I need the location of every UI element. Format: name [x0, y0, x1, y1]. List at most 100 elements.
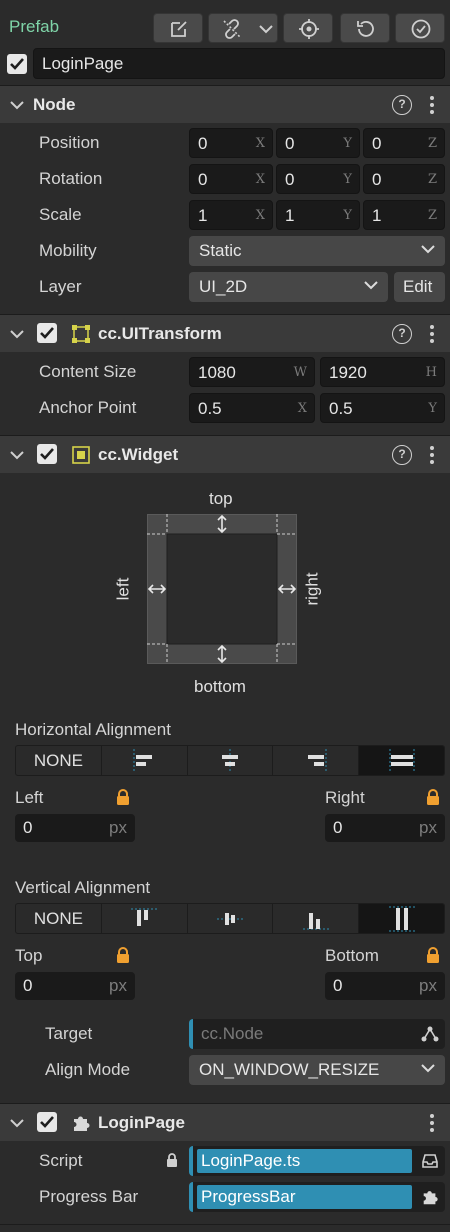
locate-prefab-button[interactable] [283, 13, 333, 43]
check-icon [40, 1116, 54, 1128]
layer-edit-button[interactable]: Edit [394, 272, 445, 302]
target-label: Target [45, 1024, 93, 1043]
anchor-point-label: Anchor Point [39, 398, 137, 417]
left-offset-input[interactable]: 0 px [15, 814, 135, 842]
check-icon [40, 327, 54, 339]
top-offset-input[interactable]: 0 px [15, 972, 135, 1000]
more-options-icon[interactable] [430, 1114, 434, 1135]
unlink-prefab-button[interactable] [208, 13, 278, 43]
script-asset-value: LoginPage.ts [201, 1151, 301, 1170]
mobility-select[interactable]: Static [189, 236, 445, 266]
help-icon[interactable]: ? [392, 324, 412, 344]
widget-section-header[interactable]: cc.Widget ? [0, 435, 450, 473]
content-size-width-input[interactable]: 1080 W [189, 357, 315, 387]
puzzle-icon [74, 1116, 90, 1131]
align-left-icon [133, 748, 153, 773]
loginpage-section-header[interactable]: LoginPage [0, 1103, 450, 1141]
more-options-icon[interactable] [430, 325, 434, 346]
bottom-divider [0, 1224, 450, 1225]
h-align-stretch-button[interactable] [359, 746, 444, 775]
target-node-field[interactable]: cc.Node [189, 1019, 445, 1049]
horizontal-alignment-group: NONE [15, 745, 445, 776]
revert-prefab-button[interactable] [340, 13, 390, 43]
lock-icon[interactable] [116, 947, 130, 963]
align-stretch-vertical-icon [388, 906, 415, 931]
rotation-label: Rotation [39, 169, 103, 188]
position-y-input[interactable]: 0 Y [276, 128, 360, 158]
right-offset-input[interactable]: 0 px [325, 814, 445, 842]
content-size-height-input[interactable]: 1920 H [320, 357, 445, 387]
v-align-bottom-button[interactable] [273, 904, 360, 933]
scale-x-input[interactable]: 1 X [189, 200, 273, 230]
lock-icon [167, 1153, 177, 1167]
h-align-right-button[interactable] [273, 746, 360, 775]
scale-y-input[interactable]: 1 Y [276, 200, 360, 230]
apply-prefab-button[interactable] [395, 13, 445, 43]
h-align-none-label: NONE [33, 750, 83, 770]
node-section-header[interactable]: Node ? [0, 85, 450, 123]
v-align-none-button[interactable]: NONE [16, 904, 102, 933]
bottom-offset-input[interactable]: 0 px [325, 972, 445, 1000]
edit-prefab-button[interactable] [153, 13, 203, 43]
v-align-top-button[interactable] [102, 904, 188, 933]
axis-x-label: X [255, 172, 265, 187]
align-right-icon [307, 748, 327, 773]
more-options-icon[interactable] [430, 446, 434, 467]
bottom-label: Bottom [325, 946, 379, 965]
scale-y-value: 1 [285, 206, 295, 225]
lock-icon[interactable] [116, 789, 130, 805]
content-size-label: Content Size [39, 362, 137, 381]
content-width-value: 1080 [198, 363, 236, 382]
chevron-down-icon [421, 245, 435, 254]
v-align-none-label: NONE [33, 908, 83, 928]
h-align-center-button[interactable] [188, 746, 274, 775]
widget-align-diagram[interactable] [147, 514, 299, 666]
top-offset-value: 0 [23, 976, 33, 995]
vertical-alignment-label: Vertical Alignment [15, 878, 151, 897]
rotation-x-input[interactable]: 0 X [189, 164, 273, 194]
uitransform-section-header[interactable]: cc.UITransform ? [0, 314, 450, 352]
align-mode-select[interactable]: ON_WINDOW_RESIZE [189, 1055, 445, 1085]
node-active-checkbox[interactable] [7, 54, 27, 74]
top-offset-unit: px [109, 976, 127, 995]
v-align-stretch-button[interactable] [359, 904, 444, 933]
position-z-value: 0 [372, 134, 382, 153]
v-align-middle-button[interactable] [188, 904, 274, 933]
layer-edit-label: Edit [403, 277, 433, 296]
uitransform-enabled-checkbox[interactable] [37, 323, 57, 343]
scale-z-input[interactable]: 1 Z [363, 200, 445, 230]
layer-label: Layer [39, 277, 82, 296]
rotation-y-input[interactable]: 0 Y [276, 164, 360, 194]
h-align-none-button[interactable]: NONE [16, 746, 102, 775]
progress-bar-asset-field[interactable]: ProgressBar [189, 1182, 445, 1212]
puzzle-icon[interactable] [421, 1188, 439, 1206]
lock-icon[interactable] [426, 789, 440, 805]
chevron-down-icon [10, 1119, 24, 1128]
check-circle-icon [411, 19, 431, 39]
mobility-label: Mobility [39, 241, 97, 260]
mobility-value: Static [199, 241, 242, 260]
layer-select[interactable]: UI_2D [189, 272, 388, 302]
target-placeholder: cc.Node [201, 1024, 264, 1043]
lock-icon[interactable] [426, 947, 440, 963]
axis-z-label: Z [427, 136, 437, 151]
help-icon[interactable]: ? [392, 445, 412, 465]
align-mode-value: ON_WINDOW_RESIZE [199, 1060, 380, 1079]
loginpage-enabled-checkbox[interactable] [37, 1112, 57, 1132]
chevron-down-icon [421, 1064, 435, 1073]
anchor-y-input[interactable]: 0.5 Y [320, 393, 445, 423]
script-asset-field[interactable]: LoginPage.ts [189, 1146, 445, 1176]
h-align-left-button[interactable] [102, 746, 188, 775]
node-tree-icon[interactable] [421, 1025, 439, 1043]
node-name-input[interactable]: LoginPage [33, 48, 445, 79]
position-x-input[interactable]: 0 X [189, 128, 273, 158]
widget-enabled-checkbox[interactable] [37, 444, 57, 464]
inbox-icon[interactable] [421, 1153, 439, 1169]
more-options-icon[interactable] [430, 96, 434, 117]
axis-h-label: H [425, 365, 437, 380]
anchor-x-input[interactable]: 0.5 X [189, 393, 315, 423]
position-z-input[interactable]: 0 Z [363, 128, 445, 158]
help-icon[interactable]: ? [392, 95, 412, 115]
align-bottom-icon [302, 912, 329, 929]
rotation-z-input[interactable]: 0 Z [363, 164, 445, 194]
